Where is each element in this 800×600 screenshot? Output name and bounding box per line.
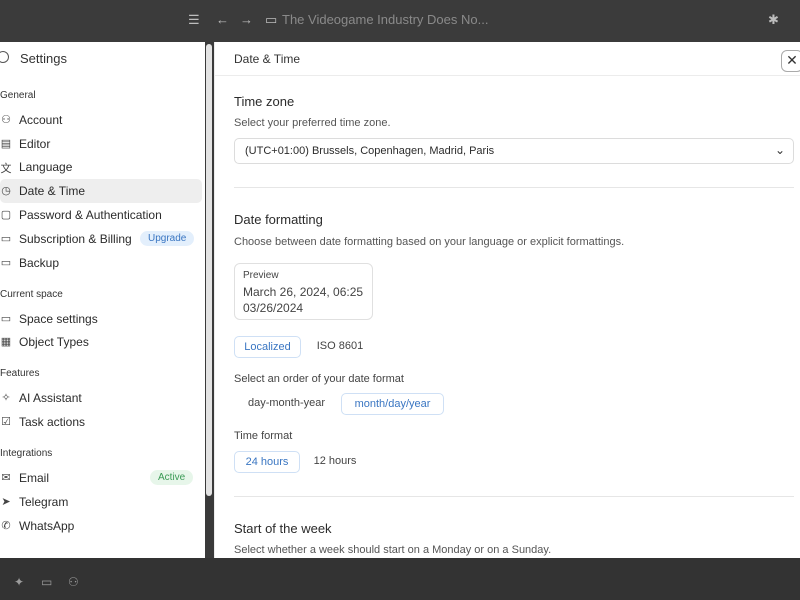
sidebar-item-label: Telegram — [19, 495, 69, 509]
pin-icon[interactable]: ✱ — [768, 12, 779, 28]
header-divider — [215, 75, 800, 76]
sidebar-item-label: Space settings — [19, 312, 98, 326]
date-formatting-description: Choose between date formatting based on … — [234, 236, 625, 248]
backup-icon: ▭ — [0, 257, 12, 269]
sidebar-item-label: Password & Authentication — [19, 208, 162, 222]
gear-icon — [0, 51, 9, 63]
window-icon[interactable]: ▭ — [41, 575, 52, 589]
language-icon: 文 — [0, 163, 12, 175]
sidebar-scrollbar[interactable] — [206, 44, 212, 496]
sidebar-item-label: Editor — [19, 137, 51, 151]
chevron-down-icon: ⌄ — [774, 143, 785, 157]
week-start-description: Select whether a week should start on a … — [234, 544, 552, 556]
upgrade-badge[interactable]: Upgrade — [140, 231, 195, 246]
app-bottom-bar: ✦ ▭ ⚇ — [0, 558, 800, 600]
iso-8601-option[interactable]: ISO 8601 — [307, 336, 373, 358]
settings-content: Date & Time ✕ Time zone Select your pref… — [214, 42, 800, 558]
page-title[interactable]: The Videogame Industry Does No... — [282, 12, 488, 27]
sidebar-item-account[interactable]: ⚇ Account — [0, 108, 202, 132]
close-icon: ✕ — [786, 52, 798, 68]
section-features: Features — [0, 368, 40, 379]
settings-sidebar: Settings General ⚇ Account ▤ Editor 文 La… — [0, 42, 205, 558]
24-hours-option[interactable]: 24 hours — [234, 451, 300, 473]
settings-title: Settings — [20, 51, 67, 66]
active-badge: Active — [150, 470, 194, 485]
time-format-label: Time format — [234, 430, 293, 442]
editor-icon: ▤ — [0, 138, 12, 150]
section-integrations: Integrations — [0, 448, 53, 459]
section-divider — [234, 496, 794, 497]
user-icon: ⚇ — [1, 114, 11, 126]
sidebar-item-label: Email — [19, 471, 50, 485]
sidebar-item-whatsapp[interactable]: ✆ WhatsApp — [0, 514, 202, 538]
date-order-label: Select an order of your date format — [234, 373, 404, 385]
preview-label: Preview — [243, 270, 279, 281]
clock-icon: ◷ — [1, 185, 11, 197]
sidebar-item-label: Date & Time — [19, 184, 86, 198]
table-icon: ▦ — [0, 336, 12, 348]
sidebar-item-language[interactable]: 文 Language — [0, 155, 202, 179]
section-general: General — [0, 90, 36, 101]
sidebar-item-subscription[interactable]: ▭ Subscription & Billing Upgrade — [0, 227, 202, 251]
sidebar-item-label: Object Types — [19, 335, 89, 349]
sidebar-item-date-time[interactable]: ◷ Date & Time — [0, 179, 202, 203]
sidebar-item-label: Account — [19, 113, 63, 127]
12-hours-option[interactable]: 12 hours — [303, 451, 367, 473]
back-arrow-icon[interactable]: ← — [216, 12, 229, 27]
forward-arrow-icon[interactable]: → — [240, 12, 253, 27]
sidebar-item-label: Task actions — [19, 415, 86, 429]
settings-header: Settings — [0, 42, 205, 74]
preview-datetime: March 26, 2024, 06:25 — [243, 285, 364, 299]
timezone-select[interactable]: (UTC+01:00) Brussels, Copenhagen, Madrid… — [234, 138, 794, 164]
sparkle-icon[interactable]: ✦ — [14, 575, 24, 589]
sidebar-item-label: Backup — [19, 256, 60, 270]
card-icon: ▭ — [0, 233, 12, 245]
content-title: Date & Time — [234, 52, 301, 66]
list-icon[interactable]: ☰ — [188, 12, 200, 28]
telegram-icon: ➤ — [1, 496, 11, 508]
sidebar-item-label: AI Assistant — [19, 391, 82, 405]
close-button[interactable]: ✕ — [781, 50, 800, 72]
sidebar-item-password[interactable]: ▢ Password & Authentication — [0, 203, 202, 227]
user-icon[interactable]: ⚇ — [68, 575, 79, 589]
sparkle-icon: ✧ — [1, 392, 11, 404]
preview-date: 03/26/2024 — [243, 301, 304, 315]
section-divider — [234, 187, 794, 188]
sidebar-item-label: Language — [19, 160, 73, 174]
sidebar-item-task-actions[interactable]: ☑ Task actions — [0, 410, 202, 434]
sidebar-item-telegram[interactable]: ➤ Telegram — [0, 490, 202, 514]
localized-option[interactable]: Localized — [234, 336, 301, 358]
monitor-icon: ▭ — [0, 313, 12, 325]
page-icon: ▭ — [265, 12, 278, 27]
timezone-heading: Time zone — [234, 94, 295, 109]
date-formatting-heading: Date formatting — [234, 212, 323, 227]
timezone-description: Select your preferred time zone. — [234, 117, 391, 129]
whatsapp-icon: ✆ — [1, 520, 11, 532]
sidebar-item-backup[interactable]: ▭ Backup — [0, 251, 202, 275]
sidebar-item-object-types[interactable]: ▦ Object Types — [0, 330, 202, 354]
day-month-year-option[interactable]: day-month-year — [234, 393, 339, 415]
month-day-year-option[interactable]: month/day/year — [341, 393, 444, 415]
sidebar-item-ai-assistant[interactable]: ✧ AI Assistant — [0, 386, 202, 410]
sidebar-item-editor[interactable]: ▤ Editor — [0, 132, 202, 156]
checkbox-icon: ☑ — [1, 416, 11, 428]
sidebar-item-space-settings[interactable]: ▭ Space settings — [0, 307, 202, 331]
sidebar-item-email[interactable]: ✉ Email Active — [0, 466, 202, 490]
lock-icon: ▢ — [0, 209, 12, 221]
sidebar-item-label: Subscription & Billing — [19, 232, 132, 246]
section-current-space: Current space — [0, 289, 63, 300]
date-preview-card: Preview March 26, 2024, 06:25 03/26/2024 — [234, 263, 373, 320]
mail-icon: ✉ — [1, 472, 11, 484]
app-top-bar: ☰ ← → ▭ The Videogame Industry Does No..… — [0, 0, 800, 42]
timezone-value: (UTC+01:00) Brussels, Copenhagen, Madrid… — [245, 145, 495, 157]
week-start-heading: Start of the week — [234, 521, 332, 536]
sidebar-item-label: WhatsApp — [19, 519, 75, 533]
